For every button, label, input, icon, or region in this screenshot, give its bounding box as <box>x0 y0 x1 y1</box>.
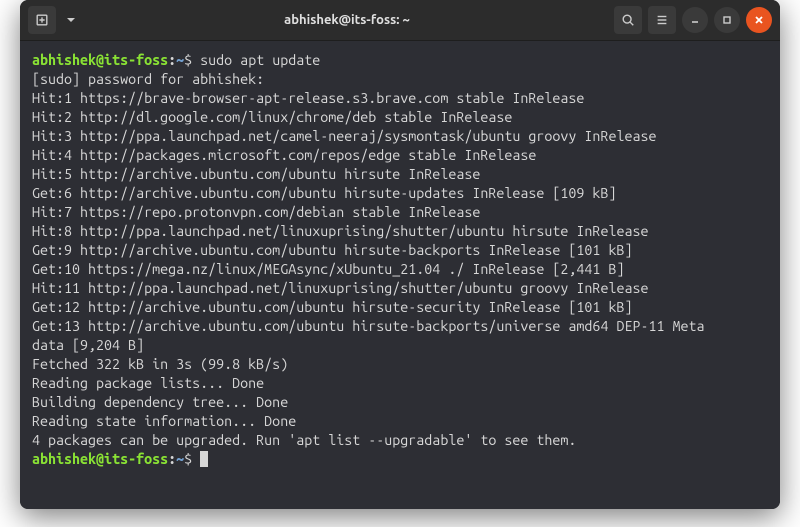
output-line: Hit:2 http://dl.google.com/linux/chrome/… <box>32 108 768 127</box>
minimize-button[interactable] <box>682 7 708 33</box>
prompt-line: abhishek@its-foss:~$ <box>32 450 768 469</box>
search-button[interactable] <box>614 6 642 34</box>
menu-button[interactable] <box>648 6 676 34</box>
new-tab-dropdown[interactable] <box>62 6 80 34</box>
maximize-button[interactable] <box>714 7 740 33</box>
output-line: Hit:4 http://packages.microsoft.com/repo… <box>32 146 768 165</box>
new-tab-button[interactable] <box>28 6 56 34</box>
titlebar-right <box>614 6 772 34</box>
command-line: abhishek@its-foss:~$ sudo apt update <box>32 51 768 70</box>
output-line: Hit:8 http://ppa.launchpad.net/linuxupri… <box>32 222 768 241</box>
output-line: Reading package lists... Done <box>32 374 768 393</box>
output-line: 4 packages can be upgraded. Run 'apt lis… <box>32 431 768 450</box>
cursor <box>200 451 208 467</box>
output-line: Building dependency tree... Done <box>32 393 768 412</box>
terminal-body[interactable]: abhishek@its-foss:~$ sudo apt update[sud… <box>20 41 780 509</box>
prompt-path: ~ <box>176 52 184 68</box>
output-line: Get:6 http://archive.ubuntu.com/ubuntu h… <box>32 184 768 203</box>
titlebar: abhishek@its-foss: ~ <box>20 0 780 41</box>
window-title: abhishek@its-foss: ~ <box>86 13 608 27</box>
output-line: data [9,204 B] <box>32 336 768 355</box>
prompt-symbol: $ <box>184 52 200 68</box>
titlebar-left <box>28 6 80 34</box>
output-line: Hit:5 http://archive.ubuntu.com/ubuntu h… <box>32 165 768 184</box>
output-line: Fetched 322 kB in 3s (99.8 kB/s) <box>32 355 768 374</box>
output-line: Hit:7 https://repo.protonvpn.com/debian … <box>32 203 768 222</box>
terminal-window: abhishek@its-foss: ~ abhishe <box>20 0 780 509</box>
prompt-path: ~ <box>176 451 184 467</box>
output-line: Hit:3 http://ppa.launchpad.net/camel-nee… <box>32 127 768 146</box>
prompt-userhost: abhishek@its-foss <box>32 52 168 68</box>
output-line: Get:10 https://mega.nz/linux/MEGAsync/xU… <box>32 260 768 279</box>
prompt-userhost: abhishek@its-foss <box>32 451 168 467</box>
output-line: Get:13 http://archive.ubuntu.com/ubuntu … <box>32 317 768 336</box>
output-line: Get:12 http://archive.ubuntu.com/ubuntu … <box>32 298 768 317</box>
output-line: Get:9 http://archive.ubuntu.com/ubuntu h… <box>32 241 768 260</box>
output-line: Reading state information... Done <box>32 412 768 431</box>
output-line: [sudo] password for abhishek: <box>32 70 768 89</box>
prompt-symbol: $ <box>184 451 200 467</box>
command-text: sudo apt update <box>200 52 320 68</box>
close-button[interactable] <box>746 7 772 33</box>
output-line: Hit:1 https://brave-browser-apt-release.… <box>32 89 768 108</box>
output-line: Hit:11 http://ppa.launchpad.net/linuxupr… <box>32 279 768 298</box>
prompt-colon: : <box>168 451 176 467</box>
prompt-colon: : <box>168 52 176 68</box>
